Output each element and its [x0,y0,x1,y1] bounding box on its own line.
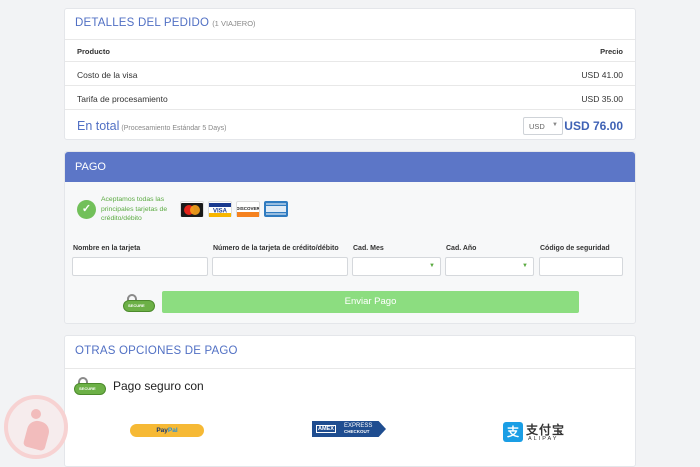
discover-icon: DISCOVER [236,201,260,217]
cvv-label: Código de seguridad [540,245,610,252]
other-payment-options-card: OTRAS OPCIONES DE PAGO SECURE Pago segur… [64,335,636,467]
order-details-title: DETALLES DEL PEDIDO (1 VIAJERO) [75,17,256,29]
mastercard-icon [180,201,204,217]
visa-icon: VISA [208,201,232,217]
secure-payment-text: Pago seguro con [113,379,204,393]
currency-value: USD [529,122,545,131]
submit-payment-button[interactable]: Enviar Pago [162,291,579,313]
order-table-header: Producto Precio [65,39,635,61]
total-amount: USD 76.00 [564,119,623,133]
payment-card: PAGO ✓ Aceptamos todas las principales t… [64,151,636,324]
header-price: Precio [600,47,623,56]
cvv-input[interactable] [539,257,623,276]
paypal-logo-b: Pal [167,427,178,434]
amex-logo: AMEX [316,425,336,433]
paypal-button[interactable]: PayPal [130,424,204,437]
other-options-title: OTRAS OPCIONES DE PAGO [75,345,238,357]
header-product: Producto [77,47,110,56]
card-number-input[interactable] [212,257,348,276]
traveler-count: (1 VIAJERO) [212,19,256,28]
item-price: USD 35.00 [581,94,623,104]
exp-year-label: Cad. Año [446,245,477,252]
exp-year-select[interactable]: ▼ [445,257,534,276]
amex-checkout-text: CHECKOUT [344,429,370,434]
svg-text:VISA: VISA [213,209,228,215]
order-title-text: DETALLES DEL PEDIDO [75,17,210,29]
currency-select[interactable]: USD ▼ [523,117,563,135]
table-row: Costo de la visa USD 41.00 [65,61,635,85]
chevron-down-icon: ▼ [552,122,558,128]
watermark-logo-icon [4,395,68,459]
item-price: USD 41.00 [581,70,623,80]
chevron-down-icon: ▼ [429,263,435,269]
amex-icon [264,201,288,217]
table-row: Tarifa de procesamiento USD 35.00 [65,85,635,109]
divider [65,368,635,369]
exp-month-label: Cad. Mes [353,245,384,252]
item-name: Costo de la visa [77,70,138,80]
chevron-down-icon: ▼ [522,263,528,269]
total-label: En total (Procesamiento Estándar 5 Days) [77,119,226,133]
secure-lock-icon: SECURE [123,294,155,314]
alipay-icon[interactable]: 支 [503,422,523,442]
svg-text:DISCOVER: DISCOVER [237,206,259,211]
total-row: En total (Procesamiento Estándar 5 Days) … [65,109,635,141]
amex-express-checkout-button[interactable]: AMEX EXPRESS CHECKOUT [312,421,386,437]
processing-note: (Procesamiento Estándar 5 Days) [121,125,227,132]
item-name: Tarifa de procesamiento [77,94,168,104]
total-label-text: En total [77,119,120,133]
secure-lock-icon: SECURE [74,377,106,397]
exp-month-select[interactable]: ▼ [352,257,441,276]
accepted-cards-text: Aceptamos todas las principales tarjetas… [101,196,168,222]
card-name-input[interactable] [72,257,208,276]
alipay-name-en[interactable]: ALIPAY [528,436,558,442]
paypal-logo-a: Pay [156,427,168,434]
order-details-card: DETALLES DEL PEDIDO (1 VIAJERO) Producto … [64,8,636,140]
card-number-label: Número de la tarjeta de crédito/débito [213,245,339,252]
payment-header: PAGO [65,152,635,182]
payment-title: PAGO [75,161,106,173]
card-name-label: Nombre en la tarjeta [73,245,141,252]
checkmark-icon: ✓ [77,200,96,219]
